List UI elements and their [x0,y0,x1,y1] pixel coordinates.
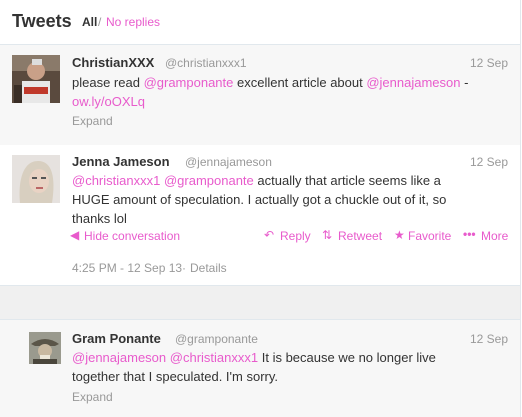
tweet-text-span: together that I speculated. I'm sorry. [72,369,279,384]
speech-bubble-icon: ◀ [70,228,80,242]
tweet-text-span: HUGE amount of speculation. I actually g… [72,192,447,207]
details-link[interactable]: Details [190,261,227,275]
tweet-author-handle[interactable]: @christianxxx1 [165,56,247,70]
filter-all[interactable]: All [82,15,97,29]
tweet-timestamp[interactable]: 4:25 PM - 12 Sep 13 [72,261,182,275]
tweet-text: @jennajameson @christianxxx1 It is becau… [72,348,512,386]
tweet-date[interactable]: 12 Sep [470,332,508,346]
tweet-text-span: actually that article seems like a [253,173,441,188]
favorite-button[interactable]: Favorite [408,229,451,243]
url-link[interactable]: ow.ly/oOXLq [72,94,145,109]
more-button[interactable]: More [481,229,508,243]
tweet-date[interactable]: 12 Sep [470,56,508,70]
mention-link[interactable]: @jennajameson [72,350,166,365]
hide-conversation-link[interactable]: Hide conversation [84,229,180,243]
tweet-author-handle[interactable]: @gramponante [175,332,258,346]
tweet-text-span: excellent article about [233,75,367,90]
star-icon: ★ [394,228,405,242]
expand-link[interactable]: Expand [72,114,113,128]
tweet-date[interactable]: 12 Sep [470,155,508,169]
tweet-jenna-jameson[interactable]: Jenna Jameson @jennajameson 12 Sep @chri… [0,145,521,286]
tweet-text: please read @gramponante excellent artic… [72,73,512,111]
mention-link[interactable]: @jennajameson [366,75,460,90]
reply-button[interactable]: Reply [280,229,311,243]
tweet-text: @christianxxx1 @gramponante actually tha… [72,171,512,228]
mention-link[interactable]: @gramponante [144,75,234,90]
tweet-author-handle[interactable]: @jennajameson [185,155,272,169]
tweet-christianxxx[interactable]: ChristianXXX @christianxxx1 12 Sep pleas… [0,44,521,146]
page-title: Tweets [12,11,72,31]
details-separator: · [182,261,186,275]
tweet-author-name[interactable]: Jenna Jameson [72,154,170,169]
tweet-text-span: - [460,75,469,90]
filter-no-replies[interactable]: No replies [106,15,160,29]
reply-arrow-icon: ↶ [264,228,275,242]
avatar[interactable] [12,55,60,103]
tweet-author-name[interactable]: ChristianXXX [72,55,154,70]
expand-link[interactable]: Expand [72,390,113,404]
mention-link[interactable]: @gramponante [164,173,254,188]
tweet-text-span: please read [72,75,144,90]
timeline-header: Tweets All / No replies [0,0,521,44]
conversation-gap [0,286,521,319]
retweet-icon: ⇅ [322,228,333,242]
avatar[interactable] [12,155,60,203]
tweet-author-name[interactable]: Gram Ponante [72,331,161,346]
retweet-button[interactable]: Retweet [338,229,382,243]
avatar[interactable] [29,332,61,364]
mention-link[interactable]: @christianxxx1 [170,350,258,365]
mention-link[interactable]: @christianxxx1 [72,173,160,188]
ellipsis-icon: ••• [463,227,476,241]
tweet-text-span: It is because we no longer live [258,350,436,365]
tweet-gram-ponante[interactable]: Gram Ponante @gramponante 12 Sep @jennaj… [0,319,521,417]
filter-separator: / [98,15,102,29]
tweet-text-span: thanks lol [72,211,127,226]
